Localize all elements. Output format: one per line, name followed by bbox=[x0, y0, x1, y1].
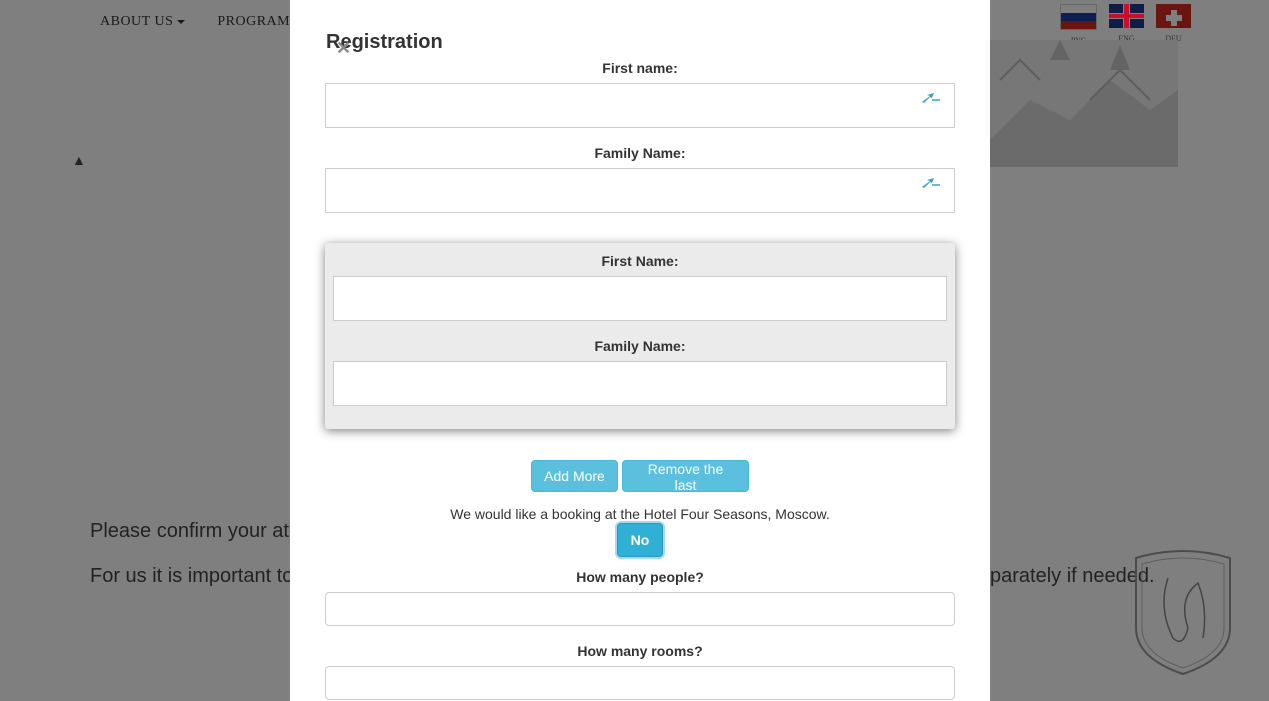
remove-last-button[interactable]: Remove the last bbox=[622, 460, 749, 493]
people-count-field[interactable] bbox=[325, 592, 955, 626]
registration-modal: Registration ✕ First name: Family Name: … bbox=[290, 0, 990, 701]
autofill-icon[interactable] bbox=[920, 175, 942, 191]
people-count-label: How many people? bbox=[576, 569, 704, 585]
booking-toggle-button[interactable]: No bbox=[617, 523, 663, 557]
guest-first-name-field[interactable] bbox=[333, 276, 947, 321]
booking-text: We would like a booking at the Hotel Fou… bbox=[450, 506, 830, 522]
guest-first-name-label: First Name: bbox=[601, 253, 679, 269]
rooms-count-field[interactable] bbox=[325, 666, 955, 700]
guest-family-name-label: Family Name: bbox=[594, 338, 686, 354]
family-name-field[interactable] bbox=[325, 168, 955, 213]
additional-guest-panel: First Name: Family Name: bbox=[325, 243, 955, 429]
first-name-label: First name: bbox=[602, 60, 678, 76]
guest-family-name-field[interactable] bbox=[333, 361, 947, 406]
add-more-button[interactable]: Add More bbox=[531, 460, 618, 492]
rooms-count-label: How many rooms? bbox=[577, 643, 703, 659]
autofill-icon[interactable] bbox=[920, 90, 942, 106]
family-name-label: Family Name: bbox=[594, 145, 686, 161]
close-icon[interactable]: ✕ bbox=[336, 38, 351, 59]
first-name-field[interactable] bbox=[325, 83, 955, 128]
